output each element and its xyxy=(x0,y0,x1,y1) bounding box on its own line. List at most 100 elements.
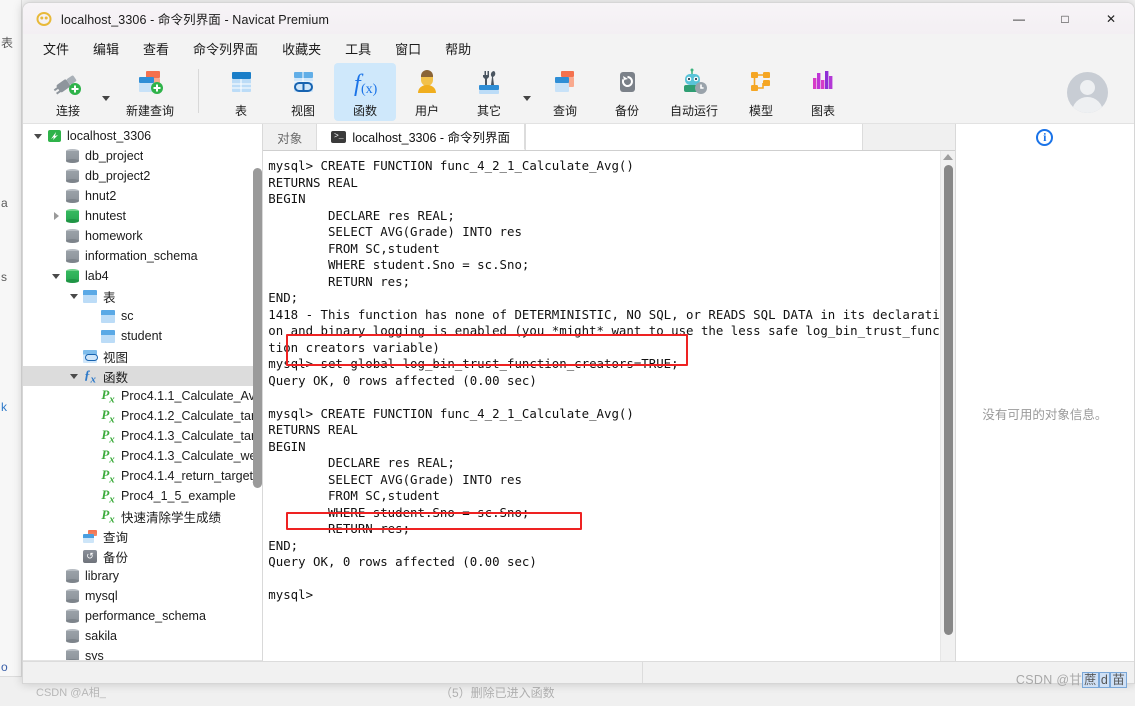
console-vscrollbar[interactable] xyxy=(939,151,955,683)
title-bar: localhost_3306 - 命令列界面 - Navicat Premium… xyxy=(23,3,1134,34)
toolbar-chart-button[interactable]: 图表 xyxy=(792,63,854,121)
tree-item-label: Proc4_1_5_example xyxy=(121,489,236,503)
tree-item-label: Proc4.1.3_Calculate_weighted_A xyxy=(121,449,262,463)
tab-command-line[interactable]: >_ localhost_3306 - 命令列界面 xyxy=(317,124,526,150)
command-line-output[interactable]: mysql> CREATE FUNCTION func_4_2_1_Calcul… xyxy=(263,151,939,683)
tree-item-information-schema[interactable]: information_schema xyxy=(23,246,262,266)
menu-file[interactable]: 文件 xyxy=(31,36,81,61)
tree-item-label: 函数 xyxy=(103,370,129,385)
tree-item-db-project2[interactable]: db_project2 xyxy=(23,166,262,186)
tree-item-[interactable]: 查询 xyxy=(23,526,262,546)
bg-ghost-label-0: 表 xyxy=(1,36,14,50)
toolbar-model-button[interactable]: 模型 xyxy=(730,63,792,121)
tree-item-proc4-1-5-example[interactable]: Px Proc4_1_5_example xyxy=(23,486,262,506)
console-line: tion creators variable) xyxy=(268,339,440,355)
bg-ghost-label-4: o xyxy=(1,660,8,674)
database-gray-icon xyxy=(63,249,81,263)
tree-item-proc4-1-1-calculate-avg[interactable]: Px Proc4.1.1_Calculate_Avg xyxy=(23,386,262,406)
toolbar-table-button[interactable]: 表 xyxy=(210,63,272,121)
tree-item-db-project[interactable]: db_project xyxy=(23,146,262,166)
tree-item-proc4-1-4-return-target-weight[interactable]: Px Proc4.1.4_return_target_weight xyxy=(23,466,262,486)
tree-item-[interactable]: ƒx 函数 xyxy=(23,366,263,386)
console-line: FROM SC,student xyxy=(268,488,440,503)
tree-item-sakila[interactable]: sakila xyxy=(23,626,262,646)
toolbar-function-label: 函数 xyxy=(352,104,377,118)
tree-item-proc4-1-3-calculate-target-weig[interactable]: Px Proc4.1.3_Calculate_target_weig xyxy=(23,426,262,446)
sidebar-vscrollbar-track[interactable] xyxy=(251,124,263,672)
menu-view[interactable]: 查看 xyxy=(131,36,181,61)
tree-item-proc4-1-3-calculate-weighted-a[interactable]: Px Proc4.1.3_Calculate_weighted_A xyxy=(23,446,262,466)
console-area: mysql> CREATE FUNCTION func_4_2_1_Calcul… xyxy=(263,151,955,683)
toolbar-connection-button[interactable]: 连接 xyxy=(37,63,99,121)
tree-item-performance-schema[interactable]: performance_schema xyxy=(23,606,262,626)
watermark-boxed-3: 苗 xyxy=(1110,672,1127,688)
close-button[interactable]: ✕ xyxy=(1088,3,1134,34)
tab-objects-label: 对象 xyxy=(277,131,303,146)
object-tree-sidebar[interactable]: localhost_3306 db_project db_project2 hnut2… xyxy=(23,124,264,672)
chevron-down-icon[interactable] xyxy=(67,293,81,299)
toolbar-user-button[interactable]: 用户 xyxy=(396,63,458,121)
maximize-button[interactable]: □ xyxy=(1042,3,1088,34)
database-gray-icon xyxy=(63,589,81,603)
window-title: localhost_3306 - 命令列界面 - Navicat Premium xyxy=(61,13,329,27)
table-icon xyxy=(224,68,258,99)
tab-objects[interactable]: 对象 xyxy=(263,124,318,150)
other-dropdown-caret-icon[interactable] xyxy=(520,69,534,127)
menu-favorites[interactable]: 收藏夹 xyxy=(270,36,333,61)
tree-item-homework[interactable]: homework xyxy=(23,226,262,246)
toolbar-backup-button[interactable]: 备份 xyxy=(596,63,658,121)
tree-item-lab4[interactable]: lab4 xyxy=(23,266,262,286)
toolbar-other-button[interactable]: 其它 xyxy=(458,63,520,121)
sidebar-vscrollbar-thumb[interactable] xyxy=(253,168,263,488)
toolbar-view-button[interactable]: 视图 xyxy=(272,63,334,121)
toolbar-new-query-button[interactable]: 新建查询 xyxy=(113,63,187,121)
tree-item-sc[interactable]: sc xyxy=(23,306,262,326)
tree-item-mysql[interactable]: mysql xyxy=(23,586,262,606)
connection-dropdown-caret-icon[interactable] xyxy=(99,69,113,127)
tree-item-library[interactable]: library xyxy=(23,566,262,586)
menu-edit[interactable]: 编辑 xyxy=(81,36,131,61)
tab-strip: 对象 >_ localhost_3306 - 命令列界面 xyxy=(263,124,955,151)
tree-item-label: sakila xyxy=(85,629,117,643)
tree-item-[interactable]: 视图 xyxy=(23,346,262,366)
tree-item-[interactable]: ↺ 备份 xyxy=(23,546,262,566)
tree-item-[interactable]: Px 快速清除学生成绩 xyxy=(23,506,262,526)
console-line: mysql> set global log_bin_trust_function… xyxy=(268,356,679,371)
screen-root: 表 a s k o CSDN @A相_ （5）删除已进入函数 localhost… xyxy=(0,0,1135,706)
minimize-button[interactable]: — xyxy=(996,3,1042,34)
tree-item-localhost-3306[interactable]: localhost_3306 xyxy=(23,126,262,146)
chevron-down-icon[interactable] xyxy=(49,273,63,279)
tree-item-student[interactable]: student xyxy=(23,326,262,346)
user-avatar[interactable] xyxy=(1067,72,1108,113)
info-circle-icon[interactable]: i xyxy=(1036,129,1054,146)
toolbar-function-button[interactable]: f (x) 函数 xyxy=(334,63,396,121)
menu-command-line[interactable]: 命令列界面 xyxy=(181,36,270,61)
scroll-up-arrow-icon[interactable] xyxy=(942,154,953,160)
chevron-down-icon[interactable] xyxy=(67,373,81,379)
chevron-down-icon[interactable] xyxy=(31,133,45,139)
tree-item-hnut2[interactable]: hnut2 xyxy=(23,186,262,206)
console-line: mysql> CREATE FUNCTION func_4_2_1_Calcul… xyxy=(268,405,634,421)
console-vscrollbar-thumb[interactable] xyxy=(943,165,953,635)
tree-item-[interactable]: 表 xyxy=(23,286,262,306)
toolbar-query-button[interactable]: 查询 xyxy=(534,63,596,121)
bg-ghost-label-2: s xyxy=(1,270,7,284)
menu-window[interactable]: 窗口 xyxy=(383,36,433,61)
database-green-icon xyxy=(63,269,81,283)
tree-item-label: 快速清除学生成绩 xyxy=(121,510,222,525)
menu-help[interactable]: 帮助 xyxy=(433,36,483,61)
menu-tools[interactable]: 工具 xyxy=(333,36,383,61)
console-line: FROM SC,student xyxy=(268,240,440,256)
console-line: WHERE student.Sno = sc.Sno; xyxy=(268,257,530,272)
tree-item-label: hnut2 xyxy=(85,189,117,203)
database-tree[interactable]: localhost_3306 db_project db_project2 hnut2… xyxy=(23,124,263,666)
table-icon xyxy=(99,309,117,323)
model-icon xyxy=(744,68,778,99)
tree-item-hnutest[interactable]: hnutest xyxy=(23,206,262,226)
toolbar-automation-button[interactable]: 自动运行 xyxy=(658,63,730,121)
tree-item-proc4-1-2-calculate-target-avg[interactable]: Px Proc4.1.2_Calculate_target_Avg xyxy=(23,406,262,426)
status-cell-left xyxy=(23,661,643,683)
chevron-right-icon[interactable] xyxy=(49,212,63,220)
